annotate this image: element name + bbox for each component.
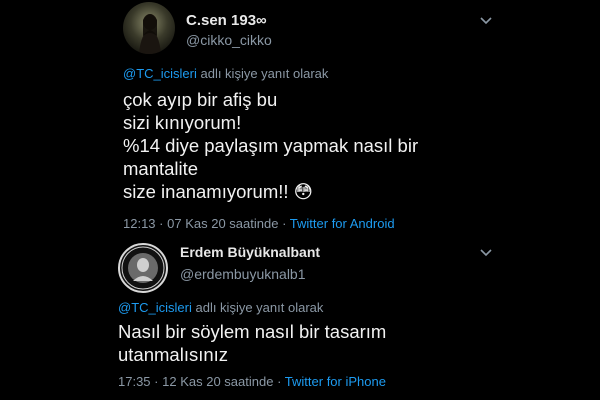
timestamp-suffix: saatinde xyxy=(224,374,274,389)
reply-suffix: adlı kişiye yanıt olarak xyxy=(196,66,329,81)
avatar[interactable] xyxy=(118,243,168,293)
avatar-photo xyxy=(139,14,161,54)
timestamp-date[interactable]: 07 Kas 20 xyxy=(167,216,226,231)
timestamp-suffix: saatinde xyxy=(229,216,279,231)
timestamp-date[interactable]: 12 Kas 20 xyxy=(162,374,221,389)
timestamp-time[interactable]: 17:35 xyxy=(118,374,151,389)
source-link[interactable]: Twitter for iPhone xyxy=(285,374,386,389)
handle[interactable]: @erdembuyuknalb1 xyxy=(180,266,306,282)
display-name[interactable]: Erdem Büyüknalbant xyxy=(180,244,320,260)
tweet-2: Erdem Büyüknalbant @erdembuyuknalb1 @TC_… xyxy=(0,240,600,400)
reply-context: @TC_icisleri adlı kişiye yanıt olarak xyxy=(118,300,323,315)
reply-context: @TC_icisleri adlı kişiye yanıt olarak xyxy=(123,66,328,81)
avatar-logo xyxy=(121,246,165,290)
tweet-body: Nasıl bir söylem nasıl bir tasarım utanm… xyxy=(118,321,387,365)
source-link[interactable]: Twitter for Android xyxy=(290,216,395,231)
chevron-down-icon[interactable] xyxy=(480,12,492,30)
chevron-down-icon[interactable] xyxy=(480,244,492,262)
tweet-body: çok ayıp bir afiş bu sizi kınıyorum! %14… xyxy=(123,89,419,202)
handle[interactable]: @cikko_cikko xyxy=(186,32,272,48)
avatar[interactable] xyxy=(123,2,175,54)
timestamp-time[interactable]: 12:13 xyxy=(123,216,156,231)
tweet-meta: 12:13 · 07 Kas 20 saatinde · Twitter for… xyxy=(123,216,395,231)
reply-mention-link[interactable]: @TC_icisleri xyxy=(118,300,192,315)
tweet-1: C.sen 193∞ @cikko_cikko @TC_icisleri adl… xyxy=(0,0,600,240)
reply-mention-link[interactable]: @TC_icisleri xyxy=(123,66,197,81)
display-name[interactable]: C.sen 193∞ xyxy=(186,12,267,29)
tweet-meta: 17:35 · 12 Kas 20 saatinde · Twitter for… xyxy=(118,374,386,389)
reply-suffix: adlı kişiye yanıt olarak xyxy=(191,300,324,315)
